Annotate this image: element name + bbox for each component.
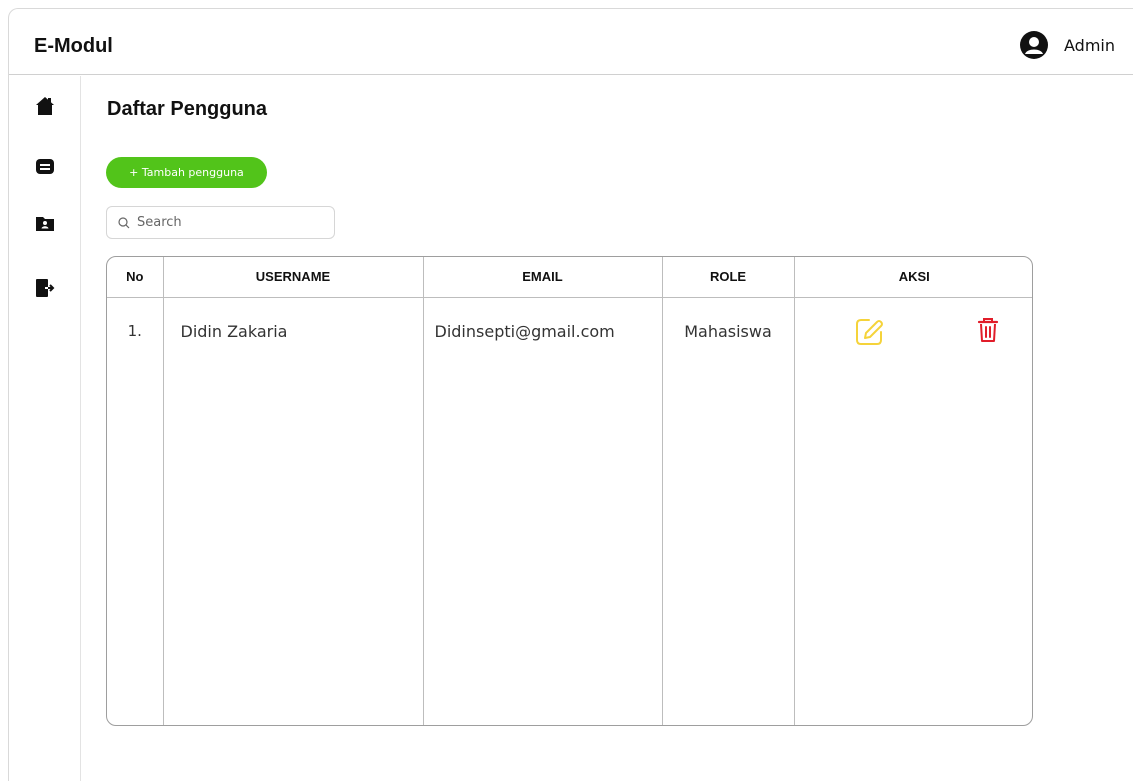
user-avatar-icon[interactable] — [1020, 31, 1048, 59]
cell-role: Mahasiswa — [662, 297, 795, 725]
top-bar: E-Modul Admin — [9, 9, 1133, 75]
cell-username: Didin Zakaria — [163, 297, 424, 725]
edit-icon[interactable] — [853, 316, 885, 348]
table-header-row: No USERNAME EMAIL ROLE AKSI — [107, 257, 1032, 298]
brand-logo[interactable]: E-Modul — [34, 35, 113, 58]
row-actions — [795, 317, 1033, 352]
column-header-role: ROLE — [662, 257, 795, 298]
page-title: Daftar Pengguna — [107, 98, 268, 120]
home-icon[interactable] — [35, 96, 55, 116]
users-table: No USERNAME EMAIL ROLE AKSI 1. Didin Zak… — [106, 256, 1033, 726]
column-header-actions: AKSI — [794, 257, 1032, 298]
column-header-email: EMAIL — [423, 257, 663, 298]
user-menu[interactable]: Admin — [1020, 31, 1115, 59]
delete-icon[interactable] — [977, 316, 999, 344]
folder-user-icon[interactable] — [35, 213, 55, 233]
add-user-button[interactable]: + Tambah pengguna — [106, 157, 267, 188]
message-icon[interactable] — [35, 156, 55, 176]
sidebar — [9, 76, 81, 781]
cell-email: Didinsepti@gmail.com — [423, 297, 663, 725]
search-field[interactable] — [106, 206, 335, 239]
logout-icon[interactable] — [35, 278, 55, 298]
user-name: Admin — [1064, 35, 1115, 55]
column-header-username: USERNAME — [163, 257, 424, 298]
cell-no: 1. — [107, 297, 164, 725]
table-row: 1. Didin Zakaria Didinsepti@gmail.com Ma… — [107, 297, 1033, 725]
cell-actions — [794, 297, 1033, 725]
search-icon — [118, 216, 130, 228]
column-header-no: No — [107, 257, 164, 298]
search-input[interactable] — [137, 215, 317, 230]
